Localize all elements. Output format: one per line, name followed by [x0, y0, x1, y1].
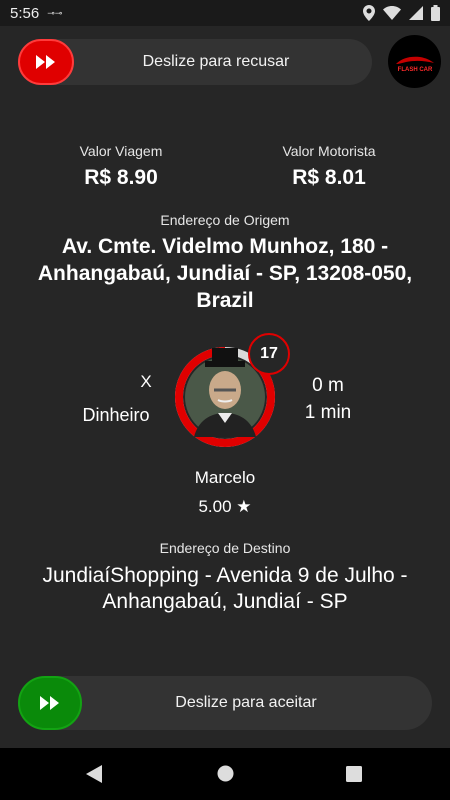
reject-slider[interactable]: Deslize para recusar: [18, 39, 372, 85]
payment-method: Dinheiro: [82, 405, 150, 425]
accept-slider-handle[interactable]: [18, 676, 82, 730]
wifi-icon: [383, 6, 401, 20]
accept-slider[interactable]: Deslize para aceitar: [18, 676, 432, 730]
reject-slider-handle[interactable]: [18, 39, 74, 85]
eta: 1 min: [304, 402, 352, 423]
rider-rating: 5.00 ★: [198, 497, 252, 516]
countdown-badge: 17: [248, 333, 290, 375]
trip-value-label: Valor Viagem: [79, 143, 163, 159]
fast-forward-icon: [40, 696, 59, 710]
origin-address: Av. Cmte. Videlmo Munhoz, 180 - Anhangab…: [37, 235, 413, 312]
battery-icon: [431, 5, 440, 21]
app-logo: FLASH CAR: [388, 35, 441, 88]
back-icon[interactable]: [86, 765, 102, 783]
signal-icon: [409, 6, 423, 20]
car-logo-icon: FLASH CAR: [395, 56, 434, 73]
status-bar: 5:56 ⊸⊸: [0, 0, 450, 26]
notification-icon: ⊸⊸: [47, 7, 63, 18]
trip-value: R$ 8.90: [84, 166, 158, 189]
recents-icon[interactable]: [346, 766, 362, 782]
navigation-bar: [0, 748, 450, 800]
destination-label: Endereço de Destino: [159, 540, 291, 556]
driver-value: R$ 8.01: [292, 166, 366, 189]
driver-value-label: Valor Motorista: [282, 143, 376, 159]
origin-label: Endereço de Origem: [160, 212, 290, 228]
rider-name: Marcelo: [194, 468, 256, 487]
close-x-mark: X: [140, 372, 152, 391]
home-icon[interactable]: [217, 765, 234, 782]
logo-text: FLASH CAR: [397, 67, 432, 73]
status-icons: [363, 5, 440, 21]
destination-address: JundiaíShopping - Avenida 9 de Julho - A…: [42, 564, 408, 613]
fast-forward-icon: [36, 55, 55, 69]
location-icon: [363, 5, 375, 21]
distance: 0 m: [312, 375, 344, 396]
status-time: 5:56: [10, 4, 40, 22]
